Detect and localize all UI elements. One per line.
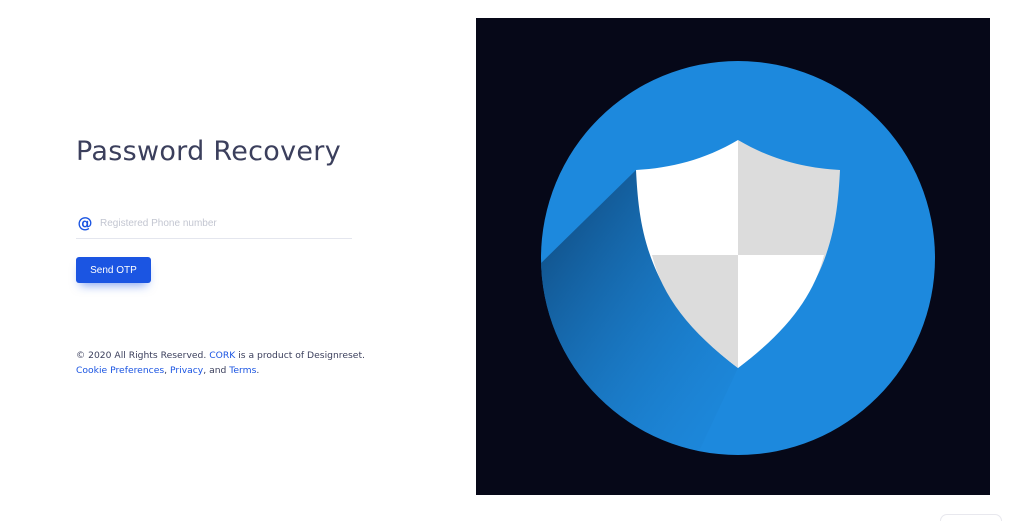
footer-text: © 2020 All Rights Reserved. CORK is a pr…	[76, 348, 366, 378]
period-text: .	[256, 365, 260, 376]
phone-field: @	[76, 210, 352, 239]
password-recovery-page: Password Recovery @ Send OTP © 2020 All …	[0, 0, 1009, 521]
cookie-preferences-link[interactable]: Cookie Preferences	[76, 365, 164, 376]
privacy-link[interactable]: Privacy	[170, 365, 203, 376]
security-illustration	[476, 18, 990, 495]
product-text: is a product of Designreset.	[235, 350, 365, 361]
cork-link[interactable]: CORK	[209, 350, 235, 361]
page-title: Password Recovery	[76, 136, 341, 167]
copyright-text: © 2020 All Rights Reserved.	[76, 350, 210, 361]
at-icon: @	[77, 214, 93, 232]
recovery-form-column: Password Recovery @ Send OTP © 2020 All …	[76, 0, 366, 521]
shield-illustration-svg	[541, 61, 935, 455]
separator-text: , and	[203, 365, 230, 376]
send-otp-button[interactable]: Send OTP	[76, 257, 151, 283]
terms-link[interactable]: Terms	[229, 365, 256, 376]
phone-number-input[interactable]	[100, 214, 340, 232]
corner-widget	[940, 514, 1002, 521]
